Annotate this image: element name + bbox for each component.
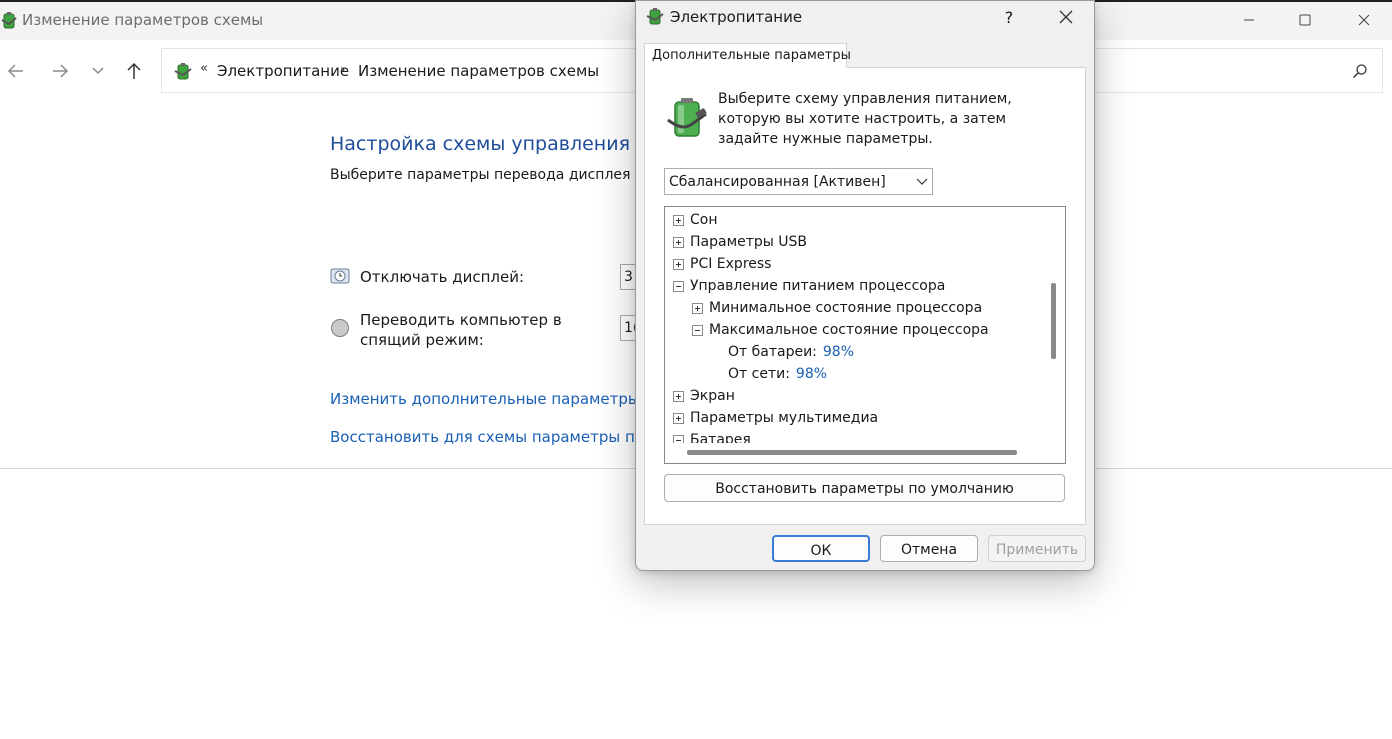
back-button[interactable] [4, 59, 28, 83]
tree-node-label: Сон [690, 212, 718, 228]
tree-node-label: От сети: [728, 366, 790, 382]
display-off-label: Отключать дисплей: [360, 268, 525, 286]
arrow-left-icon [7, 64, 23, 78]
expand-icon[interactable] [673, 413, 684, 424]
restore-defaults-button[interactable]: Восстановить параметры по умолчанию [664, 474, 1065, 502]
tree-node-label: Управление питанием процессора [690, 278, 946, 294]
expand-icon[interactable] [673, 391, 684, 402]
window-title: Изменение параметров схемы [22, 11, 264, 29]
power-scheme-select[interactable]: Сбалансированная [Активен] [664, 168, 933, 195]
search-icon[interactable] [1352, 63, 1368, 79]
tree-node-label: Минимальное состояние процессора [709, 300, 983, 316]
page-title: Настройка схемы управления пит [330, 133, 672, 155]
battery-icon [666, 96, 710, 140]
tree-node[interactable]: Управление питанием процессора [690, 276, 945, 296]
intro-text: Выберите схему управления питанием, кото… [718, 91, 1012, 147]
sleep-label: Переводить компьютер в спящий режим: [360, 311, 562, 349]
tree-node-label: Параметры мультимедиа [690, 410, 879, 426]
tree-node[interactable]: Параметры USB [690, 232, 807, 252]
tree-setting-row[interactable]: От батареи: 98% [728, 342, 854, 362]
tree-node[interactable]: Минимальное состояние процессора [709, 298, 982, 318]
restore-defaults-label: Восстановить параметры по умолчанию [715, 481, 1014, 497]
ok-button[interactable]: ОК [772, 535, 870, 562]
forward-button[interactable] [48, 59, 72, 83]
tab-advanced-settings[interactable]: Дополнительные параметры [644, 43, 851, 68]
ok-label: ОК [810, 543, 832, 559]
tree-node-label: PCI Express [690, 256, 772, 272]
tree-node[interactable]: Максимальное состояние процессора [709, 320, 989, 340]
arrow-up-icon [127, 62, 141, 79]
tree-node[interactable]: PCI Express [690, 254, 771, 274]
collapse-icon[interactable] [673, 281, 684, 292]
recent-locations-button[interactable] [86, 59, 110, 83]
dialog-title: Электропитание [670, 8, 803, 26]
tree-node-label: Экран [690, 388, 735, 404]
power-options-dialog: Электропитание ? Дополнительные параметр… [635, 0, 1095, 571]
breadcrumb-overflow[interactable]: « [200, 61, 208, 76]
tree-node-label: Максимальное состояние процессора [709, 322, 989, 338]
cancel-label: Отмена [900, 542, 958, 558]
breadcrumb-power-options[interactable]: Электропитание [217, 62, 349, 80]
horizontal-scrollbar[interactable] [687, 450, 1017, 455]
chevron-down-icon [916, 178, 928, 185]
close-icon [1358, 14, 1370, 26]
breadcrumb-edit-plan[interactable]: Изменение параметров схемы [358, 62, 599, 80]
tree-setting-value[interactable]: 98% [823, 344, 854, 360]
power-options-icon [645, 6, 665, 26]
minimize-button[interactable] [1226, 0, 1272, 40]
tree-setting-value[interactable]: 98% [796, 366, 827, 382]
vertical-scrollbar[interactable] [1051, 283, 1056, 359]
sleep-moon-icon [330, 318, 350, 338]
expand-icon[interactable] [673, 215, 684, 226]
minimize-icon [1244, 19, 1254, 21]
tree-node[interactable]: Сон [690, 210, 718, 230]
power-options-icon [173, 61, 193, 81]
apply-button[interactable]: Применить [988, 535, 1086, 562]
tree-node-label: Параметры USB [690, 234, 808, 250]
tab-label: Дополнительные параметры [652, 48, 851, 63]
expand-icon[interactable] [673, 237, 684, 248]
maximize-icon [1299, 14, 1311, 26]
power-options-icon [0, 10, 18, 30]
apply-label: Применить [995, 542, 1079, 558]
expand-icon[interactable] [692, 303, 703, 314]
up-button[interactable] [122, 59, 146, 83]
arrow-right-icon [53, 64, 69, 78]
help-button[interactable]: ? [991, 1, 1027, 33]
maximize-button[interactable] [1282, 0, 1328, 40]
close-window-button[interactable] [1341, 0, 1387, 40]
display-clock-icon [330, 266, 350, 286]
page-subtitle: Выберите параметры перевода дисплея в с [330, 167, 656, 183]
cancel-button[interactable]: Отмена [880, 535, 978, 562]
breadcrumb-separator[interactable]: › [340, 62, 346, 78]
chevron-down-icon [92, 67, 104, 75]
tree-node[interactable]: Экран [690, 386, 735, 406]
expand-icon[interactable] [673, 259, 684, 270]
settings-tree[interactable]: Сон Параметры USB PCI Express Управление пи… [664, 206, 1066, 464]
close-icon [1059, 10, 1073, 24]
collapse-icon[interactable] [692, 325, 703, 336]
dialog-close-button[interactable] [1044, 1, 1088, 33]
tree-setting-row[interactable]: От сети: 98% [728, 364, 827, 384]
advanced-settings-link[interactable]: Изменить дополнительные параметры пита [330, 390, 682, 408]
power-scheme-value: Сбалансированная [Активен] [669, 174, 886, 190]
tree-node-label: От батареи: [728, 344, 817, 360]
tree-node[interactable]: Параметры мультимедиа [690, 408, 878, 428]
